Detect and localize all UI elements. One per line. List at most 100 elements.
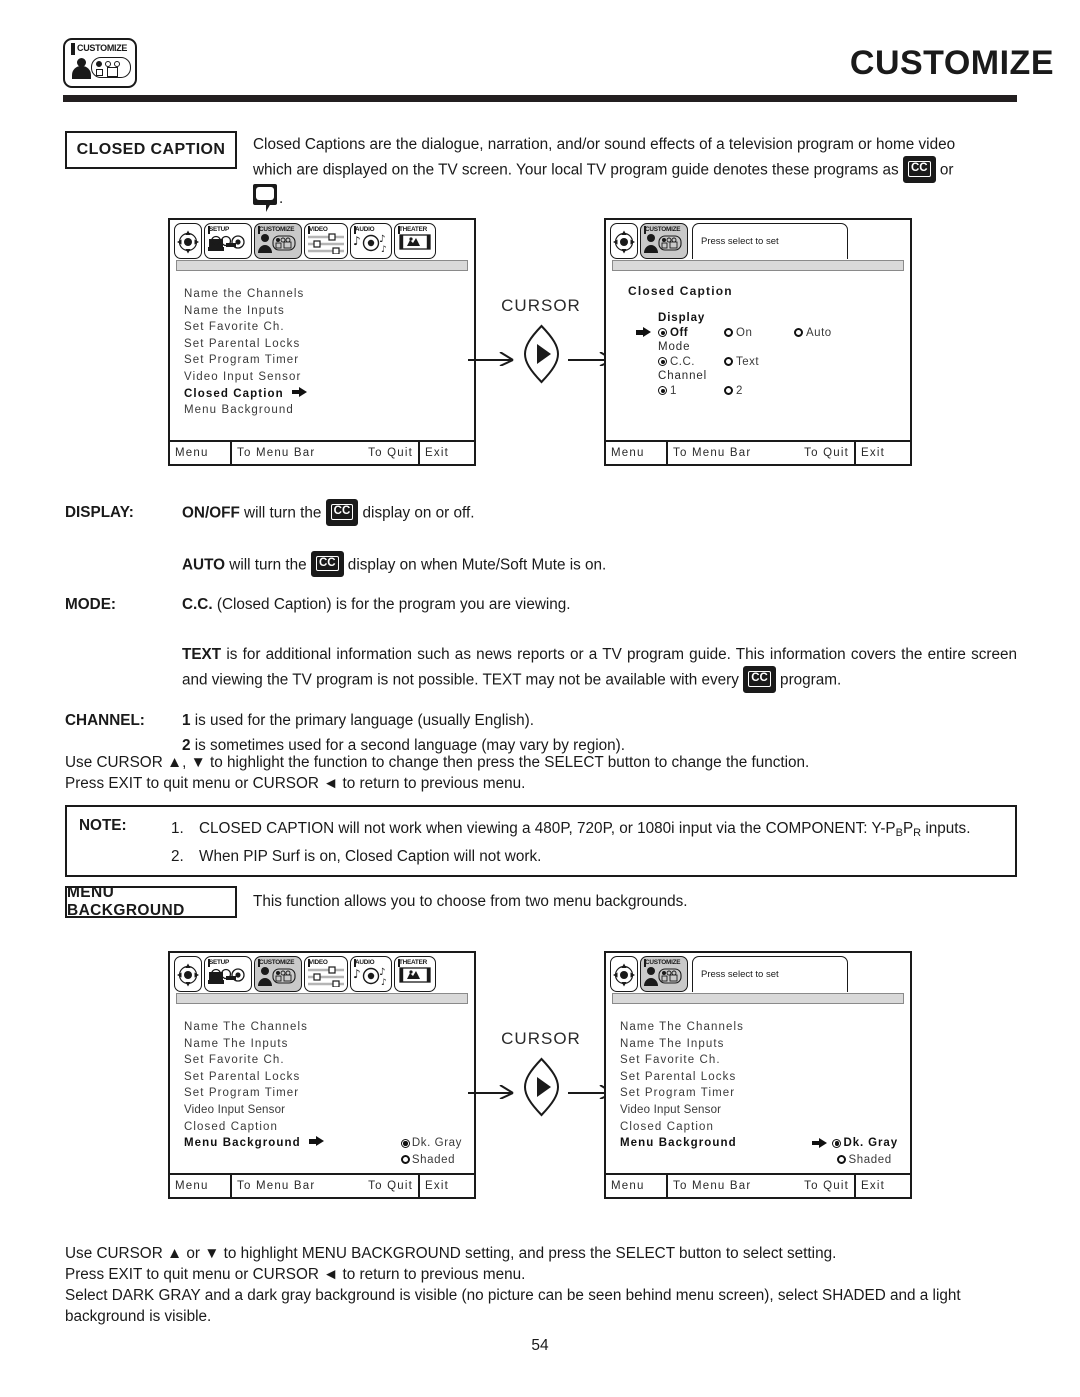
option-display-auto[interactable]: Auto bbox=[794, 327, 832, 339]
option-shaded[interactable]: Shaded bbox=[812, 1152, 898, 1169]
radio-shaded[interactable] bbox=[837, 1155, 847, 1165]
intro-line-2: which are displayed on the TV screen. Yo… bbox=[253, 156, 1017, 184]
list-item[interactable]: Set Program Timer bbox=[184, 1085, 324, 1102]
caption-bubble-icon bbox=[253, 183, 279, 214]
option-label: Auto bbox=[806, 326, 832, 339]
list-item[interactable]: Video Input Sensor bbox=[184, 369, 307, 386]
cursor-select-button-icon[interactable] bbox=[523, 1057, 560, 1117]
list-item[interactable]: Name The Channels bbox=[184, 1019, 324, 1036]
list-item[interactable]: Set Program Timer bbox=[184, 352, 307, 369]
option-mode-cc[interactable]: C.C. bbox=[658, 356, 720, 368]
tab-theater[interactable]: THEATER bbox=[394, 223, 436, 259]
list-item[interactable]: Video Input Sensor bbox=[620, 1102, 744, 1119]
radio-channel-2[interactable] bbox=[724, 386, 733, 395]
tip-press-select: Press select to set bbox=[692, 223, 848, 259]
footer-menu[interactable]: Menu bbox=[170, 1175, 232, 1197]
footer-exit[interactable]: Exit bbox=[420, 442, 474, 464]
list-item-menu-background[interactable]: Menu Background bbox=[184, 1135, 324, 1152]
tab-customize[interactable]: CUSTOMIZE bbox=[254, 956, 302, 992]
list-item-menu-background[interactable]: Menu Background bbox=[620, 1135, 744, 1152]
footer-menu[interactable]: Menu bbox=[606, 442, 668, 464]
list-item[interactable]: Name the Inputs bbox=[184, 303, 307, 320]
list-item[interactable]: Set Parental Locks bbox=[184, 1069, 324, 1086]
tab-audio[interactable]: AUDIO ♪ ♪ ♪ bbox=[350, 956, 392, 992]
tab-customize[interactable]: CUSTOMIZE bbox=[640, 956, 688, 992]
tab-customize[interactable]: CUSTOMIZE bbox=[640, 223, 688, 259]
tab-video[interactable]: VIDEO bbox=[304, 223, 348, 259]
footer-exit[interactable]: Exit bbox=[420, 1175, 474, 1197]
definition-description: 1 is used for the primary language (usua… bbox=[182, 708, 1017, 758]
radio-shaded[interactable] bbox=[400, 1155, 410, 1165]
tab-audio-bar bbox=[353, 226, 357, 234]
footer-menu[interactable]: Menu bbox=[606, 1175, 668, 1197]
definition-line: TEXT is for additional information such … bbox=[182, 642, 1017, 694]
tab-audio[interactable]: AUDIO ♪ ♪ ♪ bbox=[350, 223, 392, 259]
menu-bar-strip bbox=[612, 993, 904, 1004]
option-dk-gray[interactable]: Dk. Gray bbox=[400, 1135, 462, 1152]
tab-cursor-pad[interactable] bbox=[610, 956, 638, 992]
list-item-closed-caption[interactable]: Closed Caption bbox=[184, 386, 307, 403]
radio-dk-gray[interactable] bbox=[400, 1138, 410, 1148]
list-item[interactable]: Set Favorite Ch. bbox=[184, 1052, 324, 1069]
option-shaded[interactable]: Shaded bbox=[400, 1152, 462, 1169]
list-item[interactable]: Set Favorite Ch. bbox=[184, 319, 307, 336]
tab-theater[interactable]: THEATER bbox=[394, 956, 436, 992]
tab-cursor-pad[interactable] bbox=[174, 956, 202, 992]
instruction-line: Use CURSOR ▲ or ▼ to highlight MENU BACK… bbox=[65, 1245, 837, 1262]
tab-setup[interactable]: SETUP bbox=[204, 956, 252, 992]
radio-display-off[interactable] bbox=[658, 328, 667, 337]
list-item[interactable]: Set Parental Locks bbox=[620, 1069, 744, 1086]
list-item[interactable]: Set Parental Locks bbox=[184, 336, 307, 353]
footer-exit[interactable]: Exit bbox=[856, 442, 910, 464]
option-display-on[interactable]: On bbox=[724, 327, 790, 339]
list-item[interactable]: Name The Channels bbox=[620, 1019, 744, 1036]
list-item[interactable]: Menu Background bbox=[184, 402, 307, 419]
tv-menu-screen-menu-background-selected: CUSTOMIZE Press select to set Name The C… bbox=[604, 951, 912, 1199]
footer-to-menu-bar-label: To Menu Bar bbox=[237, 447, 316, 459]
tab-setup-bar bbox=[207, 959, 211, 967]
option-dk-gray[interactable]: Dk. Gray bbox=[812, 1135, 898, 1152]
radio-channel-1[interactable] bbox=[658, 386, 667, 395]
list-item[interactable]: Closed Caption bbox=[620, 1119, 744, 1136]
closed-caption-definitions: DISPLAY: ON/OFF will turn the CC display… bbox=[65, 499, 1017, 758]
tab-setup[interactable]: SETUP bbox=[204, 223, 252, 259]
page-number: 54 bbox=[531, 1337, 549, 1354]
list-item[interactable]: Name The Inputs bbox=[620, 1036, 744, 1053]
tab-video[interactable]: VIDEO bbox=[304, 956, 348, 992]
menu-body: Closed Caption Display Off On Auto Mode bbox=[606, 274, 910, 438]
instructions-closed-caption: Use CURSOR ▲, ▼ to highlight the functio… bbox=[65, 752, 1017, 794]
cursor-label: CURSOR bbox=[501, 1029, 581, 1048]
definition-channel: CHANNEL: 1 is used for the primary langu… bbox=[65, 708, 1017, 758]
option-mode-text[interactable]: Text bbox=[724, 356, 759, 368]
radio-display-on[interactable] bbox=[724, 328, 733, 337]
option-label: Dk. Gray bbox=[411, 1137, 462, 1150]
cursor-label: CURSOR bbox=[501, 296, 581, 315]
radio-dk-gray[interactable] bbox=[832, 1138, 842, 1148]
tab-cursor-pad[interactable] bbox=[610, 223, 638, 259]
mode-group-label: Mode bbox=[658, 341, 691, 353]
list-item[interactable]: Name The Inputs bbox=[184, 1036, 324, 1053]
radio-display-auto[interactable] bbox=[794, 328, 803, 337]
definition-description: ON/OFF will turn the CC display on or of… bbox=[182, 499, 1017, 578]
list-item[interactable]: Video Input Sensor bbox=[184, 1102, 324, 1119]
option-display-off[interactable]: Off bbox=[658, 327, 720, 339]
menu-footer: Menu To Menu Bar To Quit Exit bbox=[606, 1173, 910, 1197]
definition-text: (Closed Caption) is for the program you … bbox=[212, 596, 571, 613]
list-item[interactable]: Name the Channels bbox=[184, 286, 307, 303]
radio-mode-text[interactable] bbox=[724, 357, 733, 366]
tab-customize-bar bbox=[257, 226, 261, 234]
tab-customize[interactable]: CUSTOMIZE bbox=[254, 223, 302, 259]
radio-mode-cc[interactable] bbox=[658, 357, 667, 366]
list-item[interactable]: Set Program Timer bbox=[620, 1085, 744, 1102]
note-label: NOTE: bbox=[79, 817, 127, 834]
footer-menu[interactable]: Menu bbox=[170, 442, 232, 464]
list-item[interactable]: Closed Caption bbox=[184, 1119, 324, 1136]
option-channel-2[interactable]: 2 bbox=[724, 385, 743, 397]
cursor-select-button-icon[interactable] bbox=[523, 324, 560, 384]
tab-cursor-pad[interactable] bbox=[174, 223, 202, 259]
camera-icon bbox=[208, 234, 245, 251]
footer-exit[interactable]: Exit bbox=[856, 1175, 910, 1197]
option-channel-1[interactable]: 1 bbox=[658, 385, 720, 397]
list-item[interactable]: Set Favorite Ch. bbox=[620, 1052, 744, 1069]
